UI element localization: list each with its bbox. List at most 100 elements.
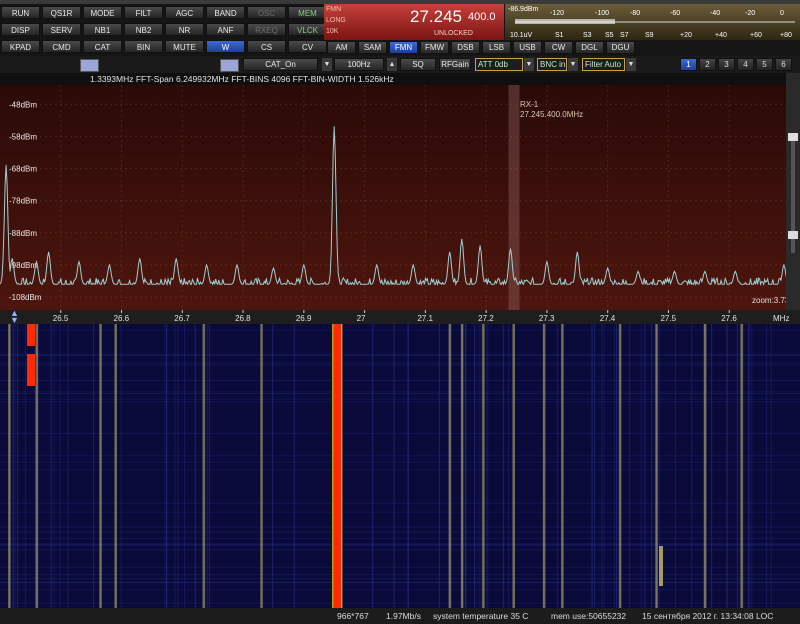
mode-button-fmw[interactable]: FMW [420,41,449,54]
cat-on-button[interactable]: CAT_On [243,58,318,71]
rx1-marker-band[interactable] [508,85,520,310]
waterfall-noise-row [0,531,800,533]
freq-tick-label: 26.6 [114,314,130,323]
waterfall-noise-line [206,324,208,608]
mode-button-dgu[interactable]: DGU [606,41,635,54]
waterfall-noise-line [50,324,52,608]
mode-button-am[interactable]: AM [327,41,356,54]
waterfall-noise-row [0,362,800,364]
page-button-6[interactable]: 6 [775,58,792,71]
waterfall-noise-line [372,324,374,608]
waterfall-strong-signal [333,324,342,608]
button-cv[interactable]: CV [288,40,327,53]
button-band[interactable]: BAND [206,6,245,19]
bnc-dropdown-icon[interactable]: ▼ [568,58,578,71]
mode-button-lsb[interactable]: LSB [482,41,511,54]
waterfall-weak-signal [655,324,658,608]
button-nb2[interactable]: NB2 [124,23,163,36]
button-anf[interactable]: ANF [206,23,245,36]
button-nb1[interactable]: NB1 [83,23,122,36]
button-serv[interactable]: SERV [42,23,81,36]
button-agc[interactable]: AGC [165,6,204,19]
waterfall-noise-row [0,455,800,457]
step-up-icon[interactable]: ▲ [387,58,397,71]
waterfall-noise-row [0,469,800,471]
button-run[interactable]: RUN [1,6,40,19]
att-select[interactable]: ATT 0db [475,58,523,71]
waterfall-noise-line [120,324,122,608]
waterfall-weak-signal [512,324,515,608]
level-slider-thumb-bottom[interactable] [788,231,798,239]
button-mem[interactable]: MEM [288,6,327,19]
waterfall-weak-signal [260,324,263,608]
button-w[interactable]: W [206,40,245,53]
frequency-axis: ▲ ▼ 26.5 26.6 26.7 26.8 26.9 27 27.1 27.2 27.3 27.… [0,309,800,325]
step-button[interactable]: 100Hz [334,58,384,71]
bnc-select[interactable]: BNC in [537,58,567,71]
button-qs1r[interactable]: QS1R [42,6,81,19]
freq-tick-label: 26.7 [174,314,190,323]
waterfall-noise-row [0,432,800,434]
page-button-5[interactable]: 5 [756,58,773,71]
step-down-icon[interactable]: ▼ [322,58,332,71]
smeter-bottom-tick: 10.1uV [510,32,533,39]
squelch-button[interactable]: SQ [400,58,436,71]
waterfall-noise-row [0,543,800,545]
button-cmd[interactable]: CMD [42,40,81,53]
page-button-2[interactable]: 2 [699,58,716,71]
freq-tick-label: 26.5 [53,314,69,323]
mode-button-usb[interactable]: USB [513,41,542,54]
step-indicator: 10K [326,28,339,35]
waterfall-weak-signal [8,324,11,608]
page-button-4[interactable]: 4 [737,58,754,71]
freq-tick-label: 27.4 [600,314,616,323]
waterfall-noise-line [53,324,55,608]
frequency-display[interactable]: FMN LONG 10K 27.245 400.0 UNLOCKED [324,4,504,40]
level-slider-thumb-top[interactable] [788,133,798,141]
mode-button-cw[interactable]: CW [544,41,573,54]
page-button-3[interactable]: 3 [718,58,735,71]
slider-thumb-1[interactable] [80,59,99,72]
page-button-1[interactable]: 1 [680,58,697,71]
waterfall-noise-line [24,324,26,608]
button-bin[interactable]: BIN [124,40,163,53]
mode-indicator: FMN [326,6,342,13]
waterfall-noise-line [183,324,185,608]
waterfall-noise-line [594,324,596,608]
rfgain-button[interactable]: RFGain [439,58,471,71]
waterfall-display[interactable] [0,324,800,608]
button-mode[interactable]: MODE [83,6,122,19]
status-rate: 1.97Mb/s [386,611,421,621]
waterfall-noise-line [164,324,166,608]
att-dropdown-icon[interactable]: ▼ [524,58,534,71]
button-nr[interactable]: NR [165,23,204,36]
freq-tick-label: 27.1 [417,314,433,323]
mode-button-dgl[interactable]: DGL [575,41,604,54]
button-mute[interactable]: MUTE [165,40,204,53]
button-filt[interactable]: FILT [124,6,163,19]
waterfall-noise-row [0,581,800,583]
button-rxeq[interactable]: RXEQ [247,23,286,36]
waterfall-noise-line [465,324,467,608]
filter-select[interactable]: Filter Auto [582,58,625,71]
waterfall-noise-line [508,324,510,608]
waterfall-noise-row [0,364,800,366]
button-cs[interactable]: CS [247,40,286,53]
mode-button-dsb[interactable]: DSB [451,41,480,54]
button-vlck[interactable]: VLCK [288,23,327,36]
filter-dropdown-icon[interactable]: ▼ [626,58,636,71]
button-cat[interactable]: CAT [83,40,122,53]
main-frequency[interactable]: 27.245 [410,7,462,27]
waterfall-noise-line [749,324,751,608]
mode-button-sam[interactable]: SAM [358,41,387,54]
smeter-bottom-tick: +20 [680,32,692,39]
slider-thumb-2[interactable] [220,59,239,72]
button-kpad[interactable]: KPAD [1,40,40,53]
status-datetime: 15 сентября 2012 г. 13:34:08 LOC [642,611,774,621]
button-osc[interactable]: OSC [247,6,286,19]
mode-button-fmn[interactable]: FMN [389,41,418,54]
waterfall-noise-line [616,324,618,608]
spectrum-display[interactable]: -48dBm-58dBm-68dBm-78dBm-88dBm-98dBm-108… [0,85,790,310]
button-disp[interactable]: DISP [1,23,40,36]
waterfall-noise-line [208,324,210,608]
